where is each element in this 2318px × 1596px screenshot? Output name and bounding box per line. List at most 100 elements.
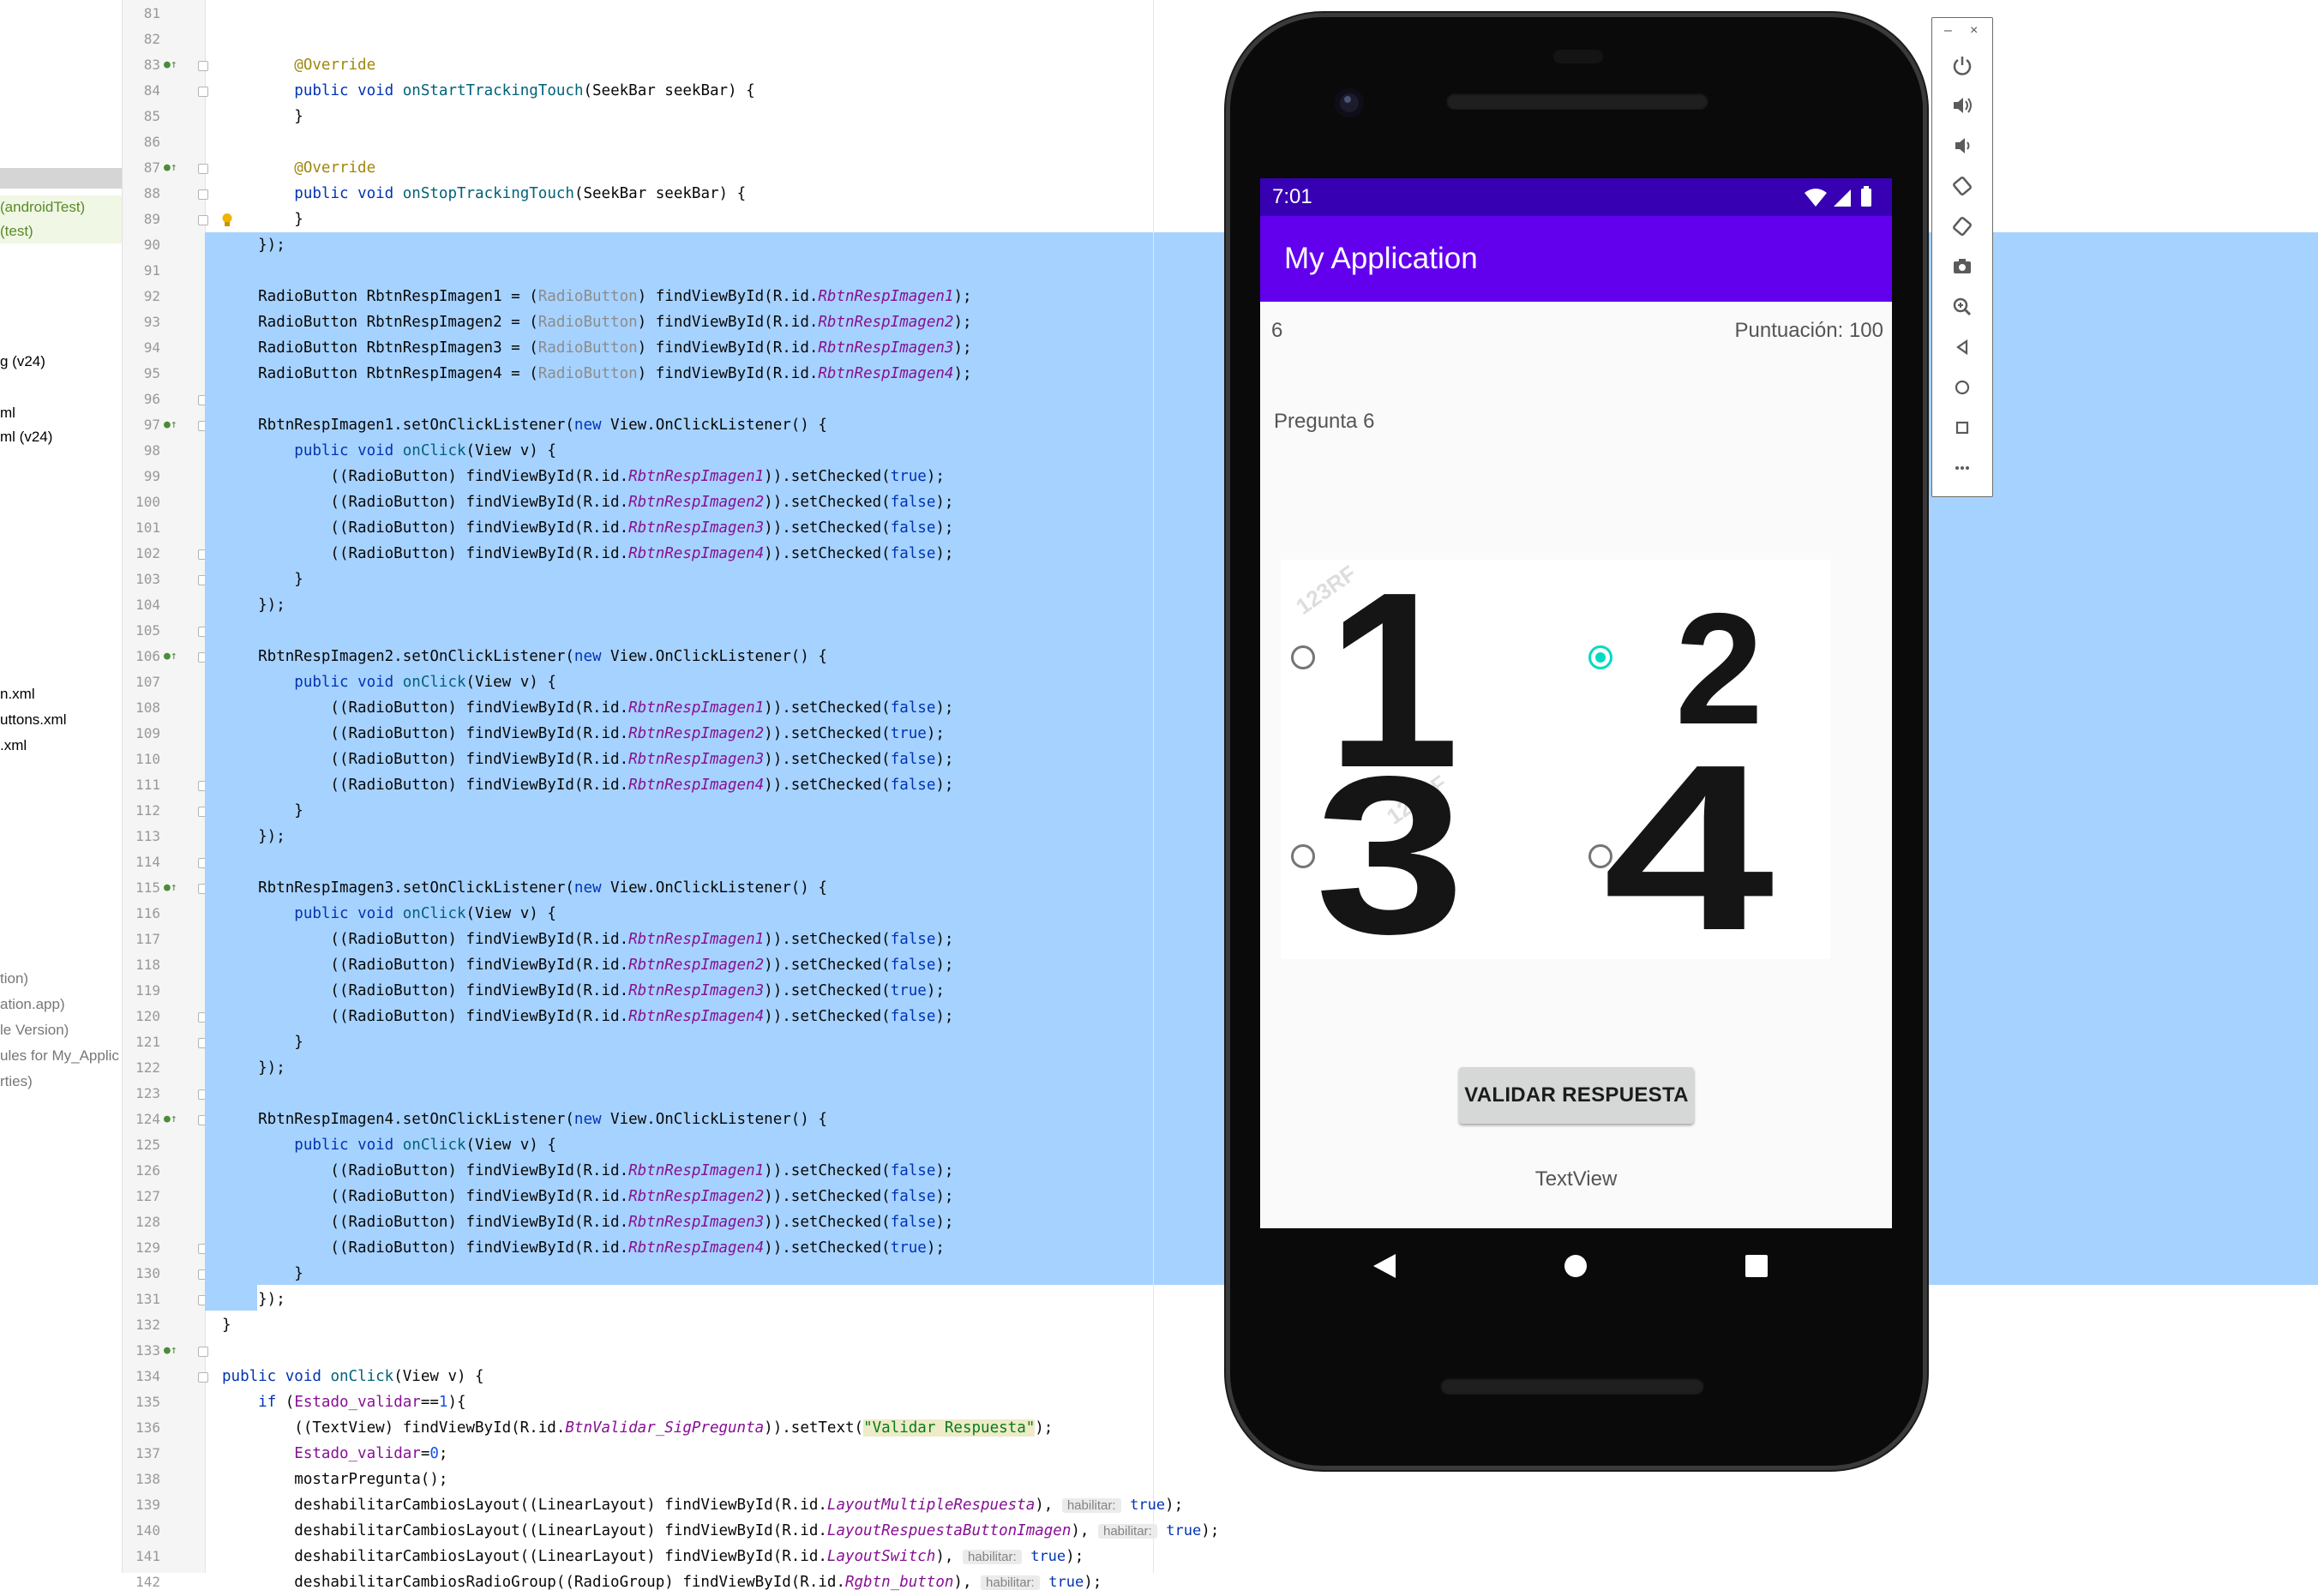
power-icon[interactable] bbox=[1949, 52, 1975, 78]
rotate-left-icon[interactable] bbox=[1949, 173, 1975, 199]
project-tree-item[interactable]: rties) bbox=[0, 1070, 33, 1094]
code-line[interactable]: } bbox=[222, 207, 303, 232]
code-line[interactable]: ((RadioButton) findViewById(R.id.RbtnRes… bbox=[222, 927, 953, 952]
code-line[interactable]: deshabilitarCambiosLayout((LinearLayout)… bbox=[222, 1518, 1219, 1544]
code-line[interactable]: Estado_validar=0; bbox=[222, 1441, 447, 1467]
code-line[interactable]: } bbox=[222, 104, 303, 129]
answer-radio-2[interactable] bbox=[1588, 645, 1612, 669]
line-number: 133 bbox=[135, 1342, 160, 1359]
code-line[interactable]: ((RadioButton) findViewById(R.id.RbtnRes… bbox=[222, 464, 945, 489]
code-line[interactable]: deshabilitarCambiosLayout((LinearLayout)… bbox=[222, 1544, 1084, 1569]
project-tree-panel[interactable]: (androidTest) (test) g (v24) ml ml (v24) n.xm… bbox=[0, 0, 122, 1573]
code-line[interactable]: ((RadioButton) findViewById(R.id.RbtnRes… bbox=[222, 695, 953, 721]
code-line[interactable]: public void onStopTrackingTouch(SeekBar … bbox=[222, 181, 746, 207]
code-line[interactable]: public void onClick(View v) { bbox=[222, 1364, 484, 1389]
code-line[interactable]: ((RadioButton) findViewById(R.id.RbtnRes… bbox=[222, 747, 953, 772]
code-line[interactable]: }); bbox=[222, 592, 285, 618]
code-line[interactable]: }); bbox=[222, 232, 285, 258]
code-line[interactable]: }); bbox=[222, 824, 285, 849]
code-line[interactable]: RadioButton RbtnRespImagen3 = (RadioButt… bbox=[222, 335, 971, 361]
project-tree-item[interactable]: .xml bbox=[0, 734, 27, 758]
camera-icon[interactable] bbox=[1949, 254, 1975, 279]
code-line[interactable]: ((RadioButton) findViewById(R.id.RbtnRes… bbox=[222, 721, 945, 747]
project-tree-item[interactable]: (androidTest) bbox=[0, 195, 85, 219]
project-tree-item[interactable]: ml (v24) bbox=[0, 425, 52, 449]
code-line[interactable]: ((RadioButton) findViewById(R.id.RbtnRes… bbox=[222, 1209, 953, 1235]
answer-radio-1[interactable] bbox=[1291, 645, 1315, 669]
toolbar-minimize-button[interactable]: – bbox=[1944, 23, 1952, 39]
code-line[interactable]: public void onStartTrackingTouch(SeekBar… bbox=[222, 78, 754, 104]
code-line[interactable]: RbtnRespImagen2.setOnClickListener(new V… bbox=[222, 644, 827, 669]
line-number: 116 bbox=[135, 905, 160, 921]
code-line[interactable]: ((RadioButton) findViewById(R.id.RbtnRes… bbox=[222, 489, 953, 515]
code-line[interactable]: RbtnRespImagen4.setOnClickListener(new V… bbox=[222, 1107, 827, 1132]
project-tree-item[interactable]: ation.app) bbox=[0, 993, 65, 1017]
code-line[interactable]: mostarPregunta(); bbox=[222, 1467, 447, 1492]
line-number: 106 bbox=[135, 648, 160, 664]
line-number: 115 bbox=[135, 879, 160, 896]
code-line[interactable]: } bbox=[222, 798, 303, 824]
code-line[interactable]: } bbox=[222, 567, 303, 592]
project-tree-item[interactable]: uttons.xml bbox=[0, 708, 66, 732]
volume-up-icon[interactable] bbox=[1949, 93, 1975, 118]
selected-tree-row[interactable] bbox=[0, 168, 122, 189]
code-line[interactable]: @Override bbox=[222, 52, 375, 78]
code-line[interactable]: RadioButton RbtnRespImagen4 = (RadioButt… bbox=[222, 361, 971, 387]
code-line[interactable]: ((RadioButton) findViewById(R.id.RbtnRes… bbox=[222, 1184, 953, 1209]
more-icon[interactable] bbox=[1949, 455, 1975, 481]
override-marker-icon[interactable]: ●↑ bbox=[164, 875, 177, 901]
project-tree-item[interactable]: g (v24) bbox=[0, 350, 45, 374]
code-line[interactable]: RbtnRespImagen3.setOnClickListener(new V… bbox=[222, 875, 827, 901]
zoom-icon[interactable] bbox=[1949, 294, 1975, 320]
code-line[interactable]: RadioButton RbtnRespImagen2 = (RadioButt… bbox=[222, 309, 971, 335]
code-line[interactable]: ((RadioButton) findViewById(R.id.RbtnRes… bbox=[222, 541, 953, 567]
lightbulb-icon[interactable] bbox=[221, 213, 233, 228]
code-line[interactable]: ((TextView) findViewById(R.id.BtnValidar… bbox=[222, 1415, 1053, 1441]
back-icon[interactable] bbox=[1949, 334, 1975, 360]
home-icon[interactable] bbox=[1949, 375, 1975, 400]
code-line[interactable]: ((RadioButton) findViewById(R.id.RbtnRes… bbox=[222, 952, 953, 978]
code-line[interactable]: ((RadioButton) findViewById(R.id.RbtnRes… bbox=[222, 515, 953, 541]
code-line[interactable]: public void onClick(View v) { bbox=[222, 1132, 556, 1158]
code-line[interactable]: ((RadioButton) findViewById(R.id.RbtnRes… bbox=[222, 978, 945, 1004]
project-tree-item[interactable]: (test) bbox=[0, 219, 33, 243]
phone-screen[interactable]: 7:01 My Application 6 Puntuación: 100 Pr… bbox=[1260, 178, 1892, 1228]
project-tree-item[interactable]: tion) bbox=[0, 967, 28, 991]
code-line[interactable]: } bbox=[222, 1312, 231, 1338]
toolbar-close-button[interactable]: × bbox=[1970, 23, 1978, 39]
code-line[interactable]: public void onClick(View v) { bbox=[222, 901, 556, 927]
volume-down-icon[interactable] bbox=[1949, 133, 1975, 159]
override-marker-icon[interactable]: ●↑ bbox=[164, 52, 177, 78]
status-icons bbox=[1805, 186, 1871, 207]
rotate-right-icon[interactable] bbox=[1949, 213, 1975, 239]
code-line[interactable]: public void onClick(View v) { bbox=[222, 438, 556, 464]
code-line[interactable]: if (Estado_validar==1){ bbox=[222, 1389, 465, 1415]
override-marker-icon[interactable]: ●↑ bbox=[164, 155, 177, 181]
code-line[interactable]: }); bbox=[222, 1055, 285, 1081]
code-line[interactable]: ((RadioButton) findViewById(R.id.RbtnRes… bbox=[222, 1158, 953, 1184]
answer-radio-3[interactable] bbox=[1291, 844, 1315, 868]
project-tree-item[interactable]: ml bbox=[0, 401, 15, 425]
overview-icon[interactable] bbox=[1949, 415, 1975, 441]
override-marker-icon[interactable]: ●↑ bbox=[164, 1107, 177, 1132]
code-line[interactable]: ((RadioButton) findViewById(R.id.RbtnRes… bbox=[222, 772, 953, 798]
project-tree-item[interactable]: n.xml bbox=[0, 682, 35, 706]
override-marker-icon[interactable]: ●↑ bbox=[164, 1338, 177, 1364]
code-line[interactable]: deshabilitarCambiosLayout((LinearLayout)… bbox=[222, 1492, 1183, 1518]
code-line[interactable]: } bbox=[222, 1261, 303, 1287]
override-marker-icon[interactable]: ●↑ bbox=[164, 412, 177, 438]
validate-answer-button[interactable]: VALIDAR RESPUESTA bbox=[1459, 1067, 1694, 1124]
code-line[interactable]: ((RadioButton) findViewById(R.id.RbtnRes… bbox=[222, 1235, 945, 1261]
code-line[interactable]: ((RadioButton) findViewById(R.id.RbtnRes… bbox=[222, 1004, 953, 1029]
code-line[interactable]: @Override bbox=[222, 155, 375, 181]
project-tree-item[interactable]: ules for My_Applic bbox=[0, 1044, 119, 1068]
project-tree-item[interactable]: le Version) bbox=[0, 1018, 69, 1042]
code-line[interactable]: deshabilitarCambiosRadioGroup((RadioGrou… bbox=[222, 1569, 1102, 1595]
code-line[interactable]: RadioButton RbtnRespImagen1 = (RadioButt… bbox=[222, 284, 971, 309]
code-line[interactable]: RbtnRespImagen1.setOnClickListener(new V… bbox=[222, 412, 827, 438]
code-line[interactable]: public void onClick(View v) { bbox=[222, 669, 556, 695]
code-line[interactable]: } bbox=[222, 1029, 303, 1055]
override-marker-icon[interactable]: ●↑ bbox=[164, 644, 177, 669]
line-number: 105 bbox=[135, 622, 160, 639]
code-line[interactable]: }); bbox=[222, 1287, 285, 1312]
